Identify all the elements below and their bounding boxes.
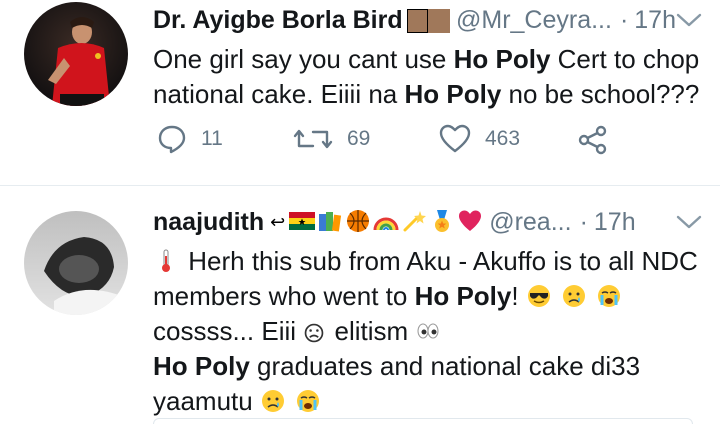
tweet-line: yaamutu — [153, 384, 708, 419]
separator-dot: · — [579, 208, 588, 236]
avatar[interactable] — [24, 2, 128, 106]
tweet-header: Dr. Ayigbe Borla Bird @Mr_Ceyra... · 17h — [153, 6, 702, 35]
author-handle[interactable]: @rea... — [489, 208, 571, 237]
basketball-icon — [345, 208, 373, 237]
tweet-line: Herh this sub from Aku - Akuffo is to al… — [153, 244, 708, 279]
share-icon — [577, 124, 609, 156]
emoji-box — [406, 8, 428, 33]
tweet-actions: 11 69 463 — [153, 124, 633, 164]
retweet-count: 69 — [347, 127, 371, 150]
heart-icon — [457, 208, 485, 237]
crying-emoji-icon — [295, 386, 323, 416]
timestamp[interactable]: 17h — [594, 208, 636, 237]
frown-emoji-icon — [296, 316, 334, 346]
tweet-line: cossss... Eiii elitism — [153, 314, 708, 349]
tweet-header: naajudith ↩ @rea... · 17h — [153, 208, 702, 237]
caret-down-icon[interactable] — [676, 6, 702, 35]
reply-icon — [157, 124, 187, 154]
share-button[interactable] — [577, 124, 609, 156]
reply-button[interactable]: 11 — [157, 124, 223, 154]
medal-icon — [429, 208, 457, 237]
quoted-card-edge[interactable] — [153, 418, 693, 424]
thermometer-icon — [153, 246, 188, 276]
crying-emoji-icon — [596, 281, 624, 311]
reply-count: 11 — [201, 127, 223, 150]
tweet-line: members who went to Ho Poly! — [153, 279, 708, 314]
like-button[interactable]: 463 — [439, 124, 520, 154]
emoji-skin-tone — [427, 8, 450, 33]
sad-tear-emoji-icon — [253, 386, 295, 416]
tweet-text: Herh this sub from Aku - Akuffo is to al… — [153, 244, 708, 419]
return-arrow-icon: ↩ — [270, 212, 286, 232]
like-icon — [439, 124, 471, 154]
retweet-button[interactable]: 69 — [293, 124, 370, 154]
like-count: 463 — [485, 127, 521, 150]
tweet-text: One girl say you cant use Ho Poly Cert t… — [153, 44, 700, 109]
tweet[interactable]: Dr. Ayigbe Borla Bird @Mr_Ceyra... · 17h… — [0, 0, 720, 186]
retweet-icon — [293, 124, 333, 154]
avatar[interactable] — [24, 211, 128, 315]
eyes-emoji-icon — [415, 316, 443, 346]
books-icon — [317, 208, 345, 237]
ghana-flag-icon — [289, 208, 317, 237]
rainbow-icon — [373, 208, 401, 237]
sad-tear-emoji-icon — [561, 281, 596, 311]
tweet-line: Ho Poly graduates and national cake di33 — [153, 351, 641, 381]
author-name[interactable]: naajudith — [153, 208, 264, 237]
caret-down-icon[interactable] — [676, 208, 702, 237]
author-name[interactable]: Dr. Ayigbe Borla Bird — [153, 6, 403, 35]
timestamp[interactable]: 17h — [634, 6, 676, 35]
shooting-star-icon — [401, 208, 429, 237]
author-handle[interactable]: @Mr_Ceyra... — [456, 6, 612, 35]
sunglasses-emoji-icon — [526, 281, 561, 311]
separator-dot: · — [619, 6, 629, 34]
